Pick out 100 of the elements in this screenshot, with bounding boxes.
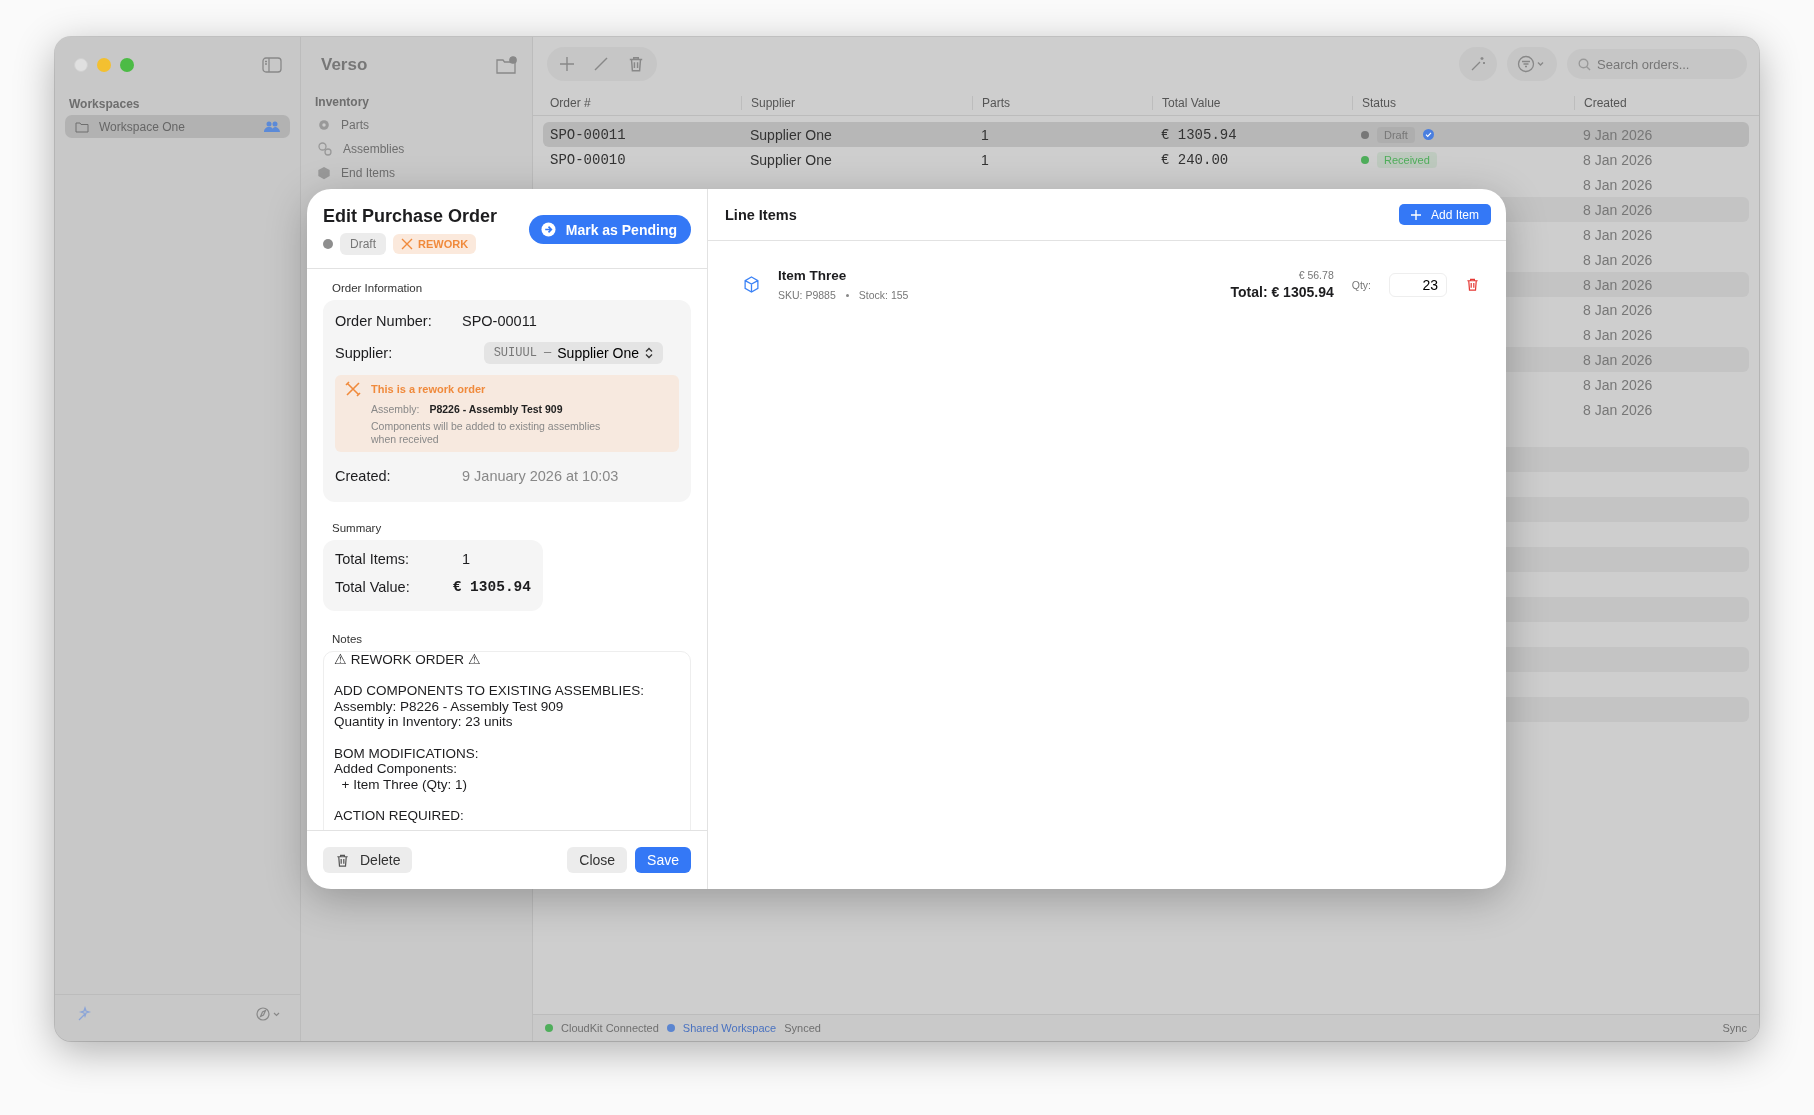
sync-button[interactable]: Sync (1722, 1022, 1747, 1034)
search-field[interactable]: Search orders... (1567, 49, 1747, 79)
field-value: SPO-00011 (462, 313, 537, 329)
column-header[interactable]: Status (1352, 96, 1574, 110)
sync-state: Synced (784, 1022, 821, 1034)
field-label: Total Items: (335, 551, 411, 567)
sparkles-icon[interactable] (77, 1006, 93, 1022)
section-label: Inventory (314, 94, 370, 111)
qty-label: Qty: (1351, 278, 1371, 291)
table-row[interactable]: SPO-00010 Supplier One 1 € 240.00 Received 8 Jan 2026 (543, 147, 1749, 172)
sidebar-toggle-icon[interactable] (262, 56, 282, 73)
edit-button[interactable] (593, 56, 609, 72)
gear-icon (317, 118, 331, 132)
box-icon (317, 166, 331, 180)
trash-icon (1465, 277, 1480, 292)
field-label: Order Number: (335, 313, 433, 329)
chevron-updown-icon (645, 347, 653, 359)
save-button[interactable]: Save (635, 847, 691, 873)
section-heading: Notes (331, 632, 364, 647)
table-cell-text: 1 (980, 126, 990, 143)
notice-title: This is a rework order (371, 383, 487, 395)
app-title: Verso (321, 55, 368, 75)
status-badge: Draft (340, 233, 386, 255)
section-heading: Order Information (331, 281, 424, 296)
table-cell-text: 8 Jan 2026 (1582, 301, 1654, 318)
table-cell-text: 8 Jan 2026 (1582, 276, 1654, 293)
column-header[interactable]: Order # (541, 96, 741, 110)
workspace-item[interactable]: Workspace One (65, 115, 290, 138)
dialog-title: Edit Purchase Order (323, 206, 498, 227)
table-cell-text: 8 Jan 2026 (1582, 326, 1654, 343)
inventory-item[interactable]: End Items (301, 161, 532, 185)
table-cell-text: SPO-00011 (549, 126, 627, 143)
new-folder-icon[interactable] (496, 56, 518, 74)
compass-menu-icon[interactable] (256, 1007, 282, 1021)
field-value: € 1305.94 (452, 579, 531, 595)
close-window-button[interactable] (74, 58, 88, 72)
folder-icon (75, 120, 89, 133)
trash-icon (627, 55, 645, 73)
table-cell-text: 1 (980, 151, 990, 168)
filter-button[interactable] (1507, 47, 1557, 81)
bullet-icon (845, 293, 849, 297)
column-header[interactable]: Total Value (1152, 96, 1352, 110)
table-cell-text: 8 Jan 2026 (1582, 201, 1654, 218)
item-stock: Stock: 155 (858, 289, 909, 301)
status-text: CloudKit Connected (561, 1022, 659, 1034)
item-sku: SKU: P9885 (778, 289, 836, 301)
arrow-circle-icon (540, 222, 556, 237)
column-header[interactable]: Supplier (741, 96, 972, 110)
pencil-icon (593, 56, 609, 72)
table-cell-text: 8 Jan 2026 (1582, 176, 1654, 193)
status-label: Received (1377, 151, 1437, 168)
notice-text: Components will be added to existing assemblies when received (371, 420, 602, 446)
supplier-dropdown[interactable]: SUIUUL — Supplier One (483, 342, 663, 364)
add-button[interactable] (559, 56, 575, 72)
table-cell-text: 8 Jan 2026 (1582, 251, 1654, 268)
status-link[interactable]: Shared Workspace (682, 1022, 777, 1034)
delete-button[interactable]: Delete (323, 847, 413, 873)
section-heading: Summary (331, 521, 383, 536)
field-value: 1 (462, 551, 471, 567)
mark-pending-button[interactable]: Mark as Pending (528, 215, 691, 244)
magic-wand-icon (1469, 55, 1487, 73)
table-cell-text: € 1305.94 (1160, 126, 1238, 143)
trash-icon (335, 852, 350, 868)
search-icon (1578, 58, 1591, 71)
column-header[interactable]: Parts (972, 96, 1152, 110)
table-cell-text: Supplier One (749, 151, 833, 168)
column-header[interactable]: Created (1574, 96, 1751, 110)
field-label: Supplier: (335, 345, 394, 361)
gears-icon (317, 141, 333, 157)
field-label: Total Value: (335, 579, 411, 595)
field-label: Assembly: (371, 403, 420, 415)
add-item-button[interactable]: Add Item (1398, 204, 1491, 225)
field-label: Created: (335, 468, 392, 484)
section-label: Workspaces (68, 96, 141, 113)
item-total: Total: € 1305.94 (1230, 284, 1334, 300)
table-cell-text: 8 Jan 2026 (1582, 351, 1654, 368)
panel-title: Line Items (725, 206, 797, 223)
table-cell-text: SPO-00010 (549, 151, 627, 168)
table-cell-text: 8 Jan 2026 (1582, 376, 1654, 393)
table-cell-text: 8 Jan 2026 (1582, 151, 1654, 168)
remove-item-button[interactable] (1465, 277, 1480, 292)
unit-price: € 56.78 (1297, 269, 1334, 281)
inventory-item[interactable]: Parts (301, 113, 532, 137)
field-value: 9 January 2026 at 10:03 (462, 468, 619, 484)
field-value: P8226 - Assembly Test 909 (429, 403, 563, 415)
zoom-window-button[interactable] (120, 58, 134, 72)
plus-icon (559, 56, 575, 72)
cube-icon (743, 276, 760, 293)
plus-icon (1410, 209, 1421, 220)
table-cell-text: 9 Jan 2026 (1582, 126, 1654, 143)
notes-field[interactable]: ⚠ REWORK ORDER ⚠ ADD COMPONENTS TO EXISTING ASSEMBLIES: Assembly: P8226 - Assembly Test 909 Quantity in Inventory: 23 units BOM MODIFICATIONS: Added Components: + Item Three (Qty: 1) ACTION REQUIRED: (323, 651, 691, 830)
qty-field[interactable]: 23 (1389, 272, 1447, 297)
delete-button[interactable] (627, 55, 645, 73)
magic-wand-button[interactable] (1459, 47, 1497, 81)
inventory-item[interactable]: Assemblies (301, 137, 532, 161)
table-cell-text: Supplier One (749, 126, 833, 143)
rework-badge: REWORK (393, 234, 477, 254)
item-name: Item Three (778, 268, 848, 283)
table-cell-text: € 240.00 (1160, 151, 1230, 168)
close-button[interactable]: Close (567, 847, 628, 873)
